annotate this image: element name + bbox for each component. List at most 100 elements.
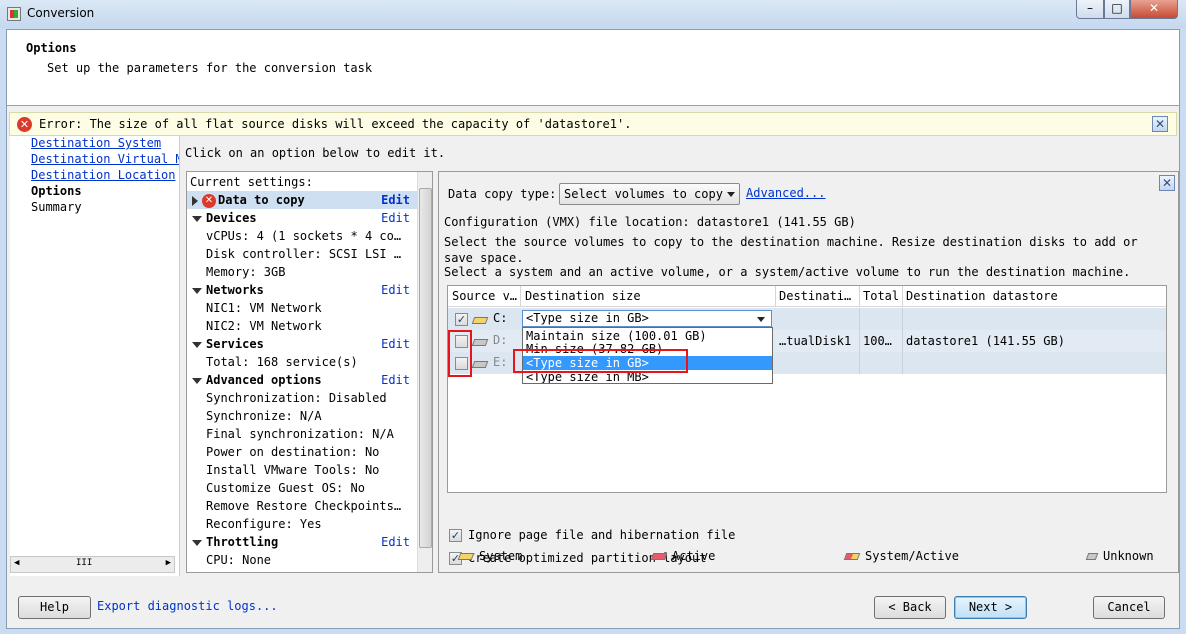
settings-scrollbar[interactable] (417, 172, 432, 572)
column-header[interactable]: Destinati… (779, 289, 859, 303)
setting-detail: Install VMware Tools: No (206, 463, 380, 477)
setting-detail: NIC2: VM Network (206, 319, 322, 333)
maximize-button[interactable]: □ (1104, 0, 1130, 19)
section-title: Devices (206, 211, 257, 225)
section-services[interactable]: Services Edit (187, 335, 417, 353)
column-header[interactable]: Total (863, 289, 901, 303)
table-header: Source v… Destination size Destinati… To… (448, 286, 1166, 307)
edit-link[interactable]: Edit (381, 371, 410, 389)
nav-horizontal-scrollbar[interactable]: ◀ III ▶ (10, 556, 175, 573)
data-to-copy-panel: ✕ Data copy type: Select volumes to copy… (438, 171, 1179, 573)
help-button[interactable]: Help (18, 596, 91, 619)
column-divider[interactable] (520, 286, 521, 307)
setting-detail: Memory: 3GB (206, 265, 286, 279)
combo-value: <Type size in GB> (526, 311, 649, 325)
chevron-down-icon[interactable] (757, 317, 765, 322)
setting-detail: Remove Restore Checkpoints… (206, 499, 402, 513)
edit-link[interactable]: Edit (381, 209, 410, 227)
scroll-right-icon[interactable]: ▶ (166, 558, 171, 568)
edit-link[interactable]: Edit (381, 191, 410, 209)
section-advanced-options[interactable]: Advanced options Edit (187, 371, 417, 389)
legend-system: System (457, 549, 523, 563)
close-icon[interactable]: ✕ (1152, 116, 1168, 132)
wizard-nav: Destination System Destination Virtual M… (10, 136, 180, 576)
ignore-pagefile-option[interactable]: ✓ Ignore page file and hibernation file (449, 528, 735, 542)
section-networks[interactable]: Networks Edit (187, 281, 417, 299)
column-header[interactable]: Destination size (525, 289, 775, 303)
error-banner: ✕ Error: The size of all flat source dis… (9, 112, 1177, 136)
column-divider[interactable] (775, 286, 776, 307)
section-data-to-copy[interactable]: ✕ Data to copy Edit (187, 191, 417, 209)
system-volume-icon (457, 553, 475, 560)
title-bar: Conversion – □ ✕ (0, 0, 1186, 28)
page-title: Options (26, 41, 77, 55)
volumes-instruction: Select a system and an active volume, or… (444, 265, 1131, 279)
edit-hint: Click on an option below to edit it. (185, 146, 446, 160)
destination-datastore: datastore1 (141.55 GB) (906, 334, 1065, 348)
setting-detail: Synchronization: Disabled (206, 391, 387, 405)
section-title: Throttling (206, 535, 279, 549)
setting-detail: CPU: None (206, 553, 272, 567)
expanded-arrow-icon (192, 341, 202, 348)
export-logs-link[interactable]: Export diagnostic logs... (97, 599, 278, 613)
nav-destination-system[interactable]: Destination System (31, 136, 161, 150)
nav-destination-location[interactable]: Destination Location (31, 168, 176, 182)
edit-link[interactable]: Edit (381, 281, 410, 299)
edit-link[interactable]: Edit (381, 533, 410, 551)
setting-detail: Customize Guest OS: No (206, 481, 365, 495)
expanded-arrow-icon (192, 539, 202, 546)
close-icon[interactable]: ✕ (1159, 175, 1175, 191)
error-icon: ✕ (202, 193, 216, 208)
volumes-description: Select the source volumes to copy to the… (444, 235, 1138, 265)
legend-label: System (479, 549, 523, 563)
edit-link[interactable]: Edit (381, 335, 410, 353)
nav-summary[interactable]: Summary (31, 200, 82, 214)
scroll-left-icon[interactable]: ◀ (14, 558, 19, 568)
scrollbar-thumb[interactable] (419, 188, 432, 548)
volume-checkbox[interactable]: ✓ (455, 313, 468, 326)
drive-icon (471, 361, 489, 368)
window-title: Conversion (27, 6, 95, 20)
section-throttling[interactable]: Throttling Edit (187, 533, 417, 551)
checkbox-highlight-box (448, 330, 472, 377)
option-highlight-box (513, 349, 688, 373)
column-header[interactable]: Source v… (452, 289, 520, 303)
legend-unknown: Unknown (1085, 549, 1154, 563)
close-window-button[interactable]: ✕ (1130, 0, 1178, 19)
legend-system-active: System/Active (843, 549, 959, 563)
system-volume-icon (471, 317, 489, 324)
total-size: 100… (863, 334, 892, 348)
back-button[interactable]: < Back (874, 596, 946, 619)
setting-detail: vCPUs: 4 (1 sockets * 4 co… (206, 229, 402, 243)
setting-detail: Disk controller: SCSI LSI … (206, 247, 402, 261)
setting-detail: Reconfigure: Yes (206, 517, 322, 531)
cell-divider (902, 308, 903, 374)
cancel-button[interactable]: Cancel (1093, 596, 1165, 619)
settings-header: Current settings: (190, 175, 313, 189)
expanded-arrow-icon (192, 287, 202, 294)
checkbox-label: Ignore page file and hibernation file (468, 528, 736, 542)
column-divider[interactable] (859, 286, 860, 307)
error-icon: ✕ (17, 117, 32, 132)
data-copy-type-select[interactable]: Select volumes to copy (559, 183, 740, 205)
nav-destination-vm[interactable]: Destination Virtual Machine (31, 152, 179, 166)
minimize-button[interactable]: – (1076, 0, 1104, 19)
setting-detail: Synchronize: N/A (206, 409, 322, 423)
error-message: Error: The size of all flat source disks… (39, 117, 632, 131)
volume-name: E: (493, 355, 508, 369)
column-header[interactable]: Destination datastore (906, 289, 1106, 303)
volume-name: C: (493, 311, 508, 325)
data-copy-type-label: Data copy type: (448, 187, 557, 201)
advanced-link[interactable]: Advanced... (746, 186, 825, 200)
dropdown-option[interactable]: Maintain size (100.01 GB) (523, 329, 772, 343)
destination-size-combobox[interactable]: <Type size in GB> (522, 310, 772, 327)
dialog-client: Options Set up the parameters for the co… (6, 29, 1180, 629)
section-devices[interactable]: Devices Edit (187, 209, 417, 227)
nav-options[interactable]: Options (31, 184, 82, 198)
next-button[interactable]: Next > (954, 596, 1027, 619)
ignore-pagefile-checkbox[interactable]: ✓ (449, 529, 462, 542)
column-divider[interactable] (902, 286, 903, 307)
setting-detail: Power on destination: No (206, 445, 380, 459)
scroll-grip-icon: III (76, 558, 93, 568)
chevron-down-icon (727, 192, 735, 197)
